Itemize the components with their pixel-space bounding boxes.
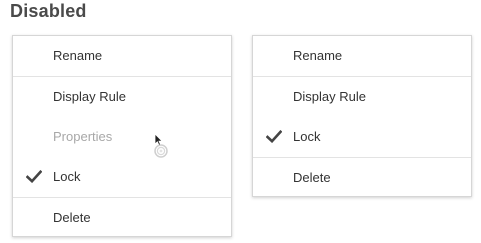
menu-item-label: Properties: [53, 129, 113, 144]
menu-item-rename[interactable]: Rename: [253, 36, 471, 76]
menu-item-label: Lock: [293, 129, 321, 144]
menu-item-label: Display Rule: [53, 89, 126, 104]
menu-item-properties: Properties: [13, 117, 231, 157]
check-icon: [26, 157, 42, 197]
menu-item-lock[interactable]: Lock: [253, 117, 471, 157]
menu-item-label: Lock: [53, 169, 81, 184]
menu-item-delete[interactable]: Delete: [13, 198, 231, 238]
disabled-menu-demo: Disabled Rename Display Rule Properties …: [0, 0, 481, 243]
context-menu-right: Rename Display Rule Lock Delete: [252, 35, 472, 197]
menu-item-lock[interactable]: Lock: [13, 157, 231, 197]
menu-item-label: Delete: [53, 210, 91, 225]
menu-item-label: Display Rule: [293, 89, 366, 104]
menu-item-display-rule[interactable]: Display Rule: [253, 77, 471, 117]
menu-item-label: Rename: [53, 48, 103, 63]
menu-item-delete[interactable]: Delete: [253, 158, 471, 198]
menu-item-display-rule[interactable]: Display Rule: [13, 77, 231, 117]
menu-item-rename[interactable]: Rename: [13, 36, 231, 76]
check-icon: [266, 117, 282, 157]
menu-item-label: Delete: [293, 170, 331, 185]
menu-item-label: Rename: [293, 48, 343, 63]
busy-cursor-icon: [154, 133, 178, 161]
context-menu-left: Rename Display Rule Properties Lock Dele…: [12, 35, 232, 237]
section-title: Disabled: [10, 1, 87, 21]
